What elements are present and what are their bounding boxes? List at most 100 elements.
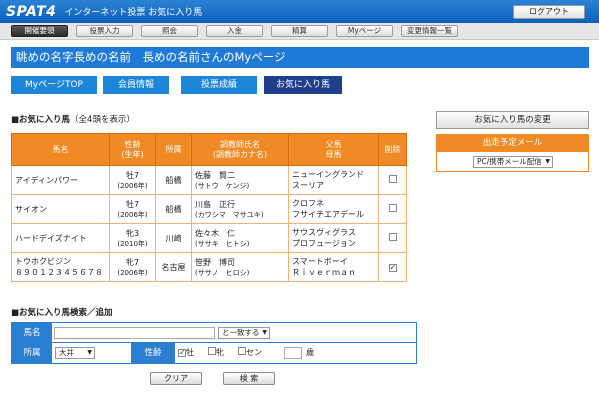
menu-vote-input[interactable]: 投票入力 — [76, 25, 133, 37]
birth-year: (2010年) — [117, 239, 148, 248]
horse-age: 牡7 (2006年) — [109, 165, 156, 195]
trainer-kana: (ササキ ヒトシ) — [195, 239, 250, 248]
search-row-stable: 所属 大井 ▼ 性齢 ✓牡 牝 セン 歳 — [12, 343, 416, 363]
col-parents: 父馬 母馬 — [288, 133, 379, 166]
horse-age: 牡7 (2006年) — [109, 194, 156, 224]
favorites-title: ■お気に入り馬（全4頭を表示） — [11, 113, 135, 125]
menu-kaisai[interactable]: 開催要領 — [11, 25, 68, 37]
gelding-checkbox[interactable] — [238, 347, 246, 355]
chevron-down-icon: ▼ — [545, 158, 550, 165]
site-title: インターネット投票 お気に入り馬 — [64, 8, 203, 18]
tab-favorites[interactable]: お気に入り馬 — [264, 76, 342, 94]
sex-option-gelding[interactable]: セン — [238, 347, 262, 359]
search-button[interactable]: 検 索 — [223, 372, 275, 385]
col-dam: 母馬 — [325, 149, 342, 159]
parents: ニューイングランド スーリア — [288, 165, 379, 195]
menu-change-info[interactable]: 変更情報一覧 — [401, 25, 458, 37]
horse-name[interactable]: サイオン — [11, 194, 110, 224]
dam-name: スーリア — [292, 181, 324, 190]
age-unit: 歳 — [306, 348, 314, 357]
col-age: 性齢 (生年) — [109, 133, 156, 166]
trainer-kana: (ササノ ヒロシ) — [195, 268, 250, 277]
logo[interactable]: SPAT4 — [6, 4, 56, 20]
delete-checkbox[interactable] — [388, 204, 397, 212]
delete-cell — [378, 194, 407, 224]
horse-stable: 名古屋 — [155, 252, 192, 282]
trainer: 笹野 博司 (ササノ ヒロシ) — [191, 252, 289, 282]
trainer: 川島 正行 (カワシマ マサユキ) — [191, 194, 289, 224]
horse-name[interactable]: トウホクビジン ８９０１２３４５６７８ — [11, 252, 110, 282]
col-trainer-line2: (調教師カナ名) — [212, 149, 268, 159]
colt-checkbox[interactable]: ✓ — [178, 349, 186, 357]
dam-name: フサイチエアデール — [292, 210, 364, 219]
horse-stable: 船橋 — [155, 194, 192, 224]
col-delete: 削除 — [378, 133, 407, 166]
mail-select-value: PC/携帯メール配信 — [477, 157, 542, 166]
menu-deposit[interactable]: 入金 — [206, 25, 263, 37]
mail-panel-title: 出走予定メール — [437, 135, 588, 152]
filly-label: 牝 — [216, 348, 224, 357]
top-bar: SPAT4 インターネット投票 お気に入り馬 ログアウト — [0, 0, 599, 23]
sire-name: クロフネ — [292, 199, 324, 208]
mail-panel: 出走予定メール PC/携帯メール配信 ▼ — [436, 134, 589, 172]
match-select-value: と一致する — [222, 328, 260, 337]
favorites-count: （全4頭を表示） — [70, 115, 135, 125]
col-horse: 馬名 — [11, 133, 110, 166]
chevron-down-icon: ▼ — [87, 349, 92, 356]
horse-age: 牝3 (2010年) — [109, 223, 156, 253]
table-row: トウホクビジン ８９０１２３４５６７８ 牝7 (2006年) 名古屋 笹野 博司 (サ… — [11, 252, 407, 282]
page-title: 眺めの名字長めの名前 長めの名前さんのMyページ — [11, 47, 589, 68]
stable-select[interactable]: 大井 ▼ — [55, 347, 95, 359]
logout-button[interactable]: ログアウト — [513, 5, 585, 19]
horse-name[interactable]: アイディンパワー — [11, 165, 110, 195]
sex-label: 性齢 — [131, 343, 175, 363]
delete-cell — [378, 223, 407, 253]
horse-name[interactable]: ハードデイズナイト — [11, 223, 110, 253]
menu-inquiry[interactable]: 照会 — [141, 25, 198, 37]
dam-name: Ｒｉｖｅｒｍａｎ — [292, 268, 356, 277]
sire-name: ニューイングランド — [292, 170, 364, 179]
horse-stable: 川崎 — [155, 223, 192, 253]
birth-year: (2006年) — [117, 210, 148, 219]
trainer-name: 川島 正行 — [195, 199, 235, 209]
table-row: アイディンパワー 牡7 (2006年) 船橋 佐藤 賢二 (サトウ ケンジ) ニュー… — [11, 165, 407, 195]
tab-vote-results[interactable]: 投票成績 — [181, 76, 257, 94]
trainer-name: 佐藤 賢二 — [195, 170, 235, 180]
gelding-label: セン — [246, 348, 262, 357]
horse-name-line2: ８９０１２３４５６７８ — [15, 268, 103, 277]
menu-mypage[interactable]: Myページ — [336, 25, 393, 37]
chevron-down-icon: ▼ — [262, 329, 267, 336]
parents: スマートボーイ Ｒｉｖｅｒｍａｎ — [288, 252, 379, 282]
menu-bar: 開催要領 投票入力 照会 入金 精算 Myページ 変更情報一覧 — [0, 23, 599, 40]
sire-name: スマートボーイ — [292, 257, 348, 266]
mail-select[interactable]: PC/携帯メール配信 ▼ — [473, 156, 553, 168]
birth-year: (2006年) — [117, 181, 148, 190]
change-favorites-button[interactable]: お気に入り馬の変更 — [436, 111, 589, 129]
col-age-line1: 性齢 — [124, 139, 141, 149]
clear-button[interactable]: クリア — [150, 372, 202, 385]
menu-settlement[interactable]: 精算 — [271, 25, 328, 37]
age-value: 牡7 — [125, 170, 140, 180]
sex-option-colt[interactable]: ✓牡 — [178, 347, 194, 359]
sire-name: サウスヴィグラス — [292, 228, 356, 237]
delete-checkbox[interactable] — [388, 233, 397, 241]
sex-option-filly[interactable]: 牝 — [208, 347, 224, 359]
match-select[interactable]: と一致する ▼ — [218, 327, 270, 339]
age-input[interactable] — [284, 347, 302, 359]
trainer-name: 佐々木 仁 — [195, 228, 235, 238]
table-row: サイオン 牡7 (2006年) 船橋 川島 正行 (カワシマ マサユキ) クロフネフ… — [11, 194, 407, 224]
trainer-kana: (カワシマ マサユキ) — [195, 210, 264, 219]
age-value: 牡7 — [125, 199, 140, 209]
favorites-title-text: ■お気に入り馬 — [11, 115, 71, 125]
dam-name: プロフュージョン — [292, 239, 356, 248]
col-trainer-line1: 調教師氏名 — [220, 139, 260, 149]
trainer-name: 笹野 博司 — [195, 257, 235, 267]
tab-member-info[interactable]: 会員情報 — [103, 76, 169, 94]
horse-stable: 船橋 — [155, 165, 192, 195]
tab-mypage-top[interactable]: MyページTOP — [11, 76, 97, 94]
filly-checkbox[interactable] — [208, 347, 216, 355]
age-value: 牝7 — [125, 257, 140, 267]
horse-name-input[interactable] — [54, 327, 215, 339]
delete-checkbox[interactable]: ✓ — [388, 263, 397, 272]
delete-checkbox[interactable] — [388, 175, 397, 183]
